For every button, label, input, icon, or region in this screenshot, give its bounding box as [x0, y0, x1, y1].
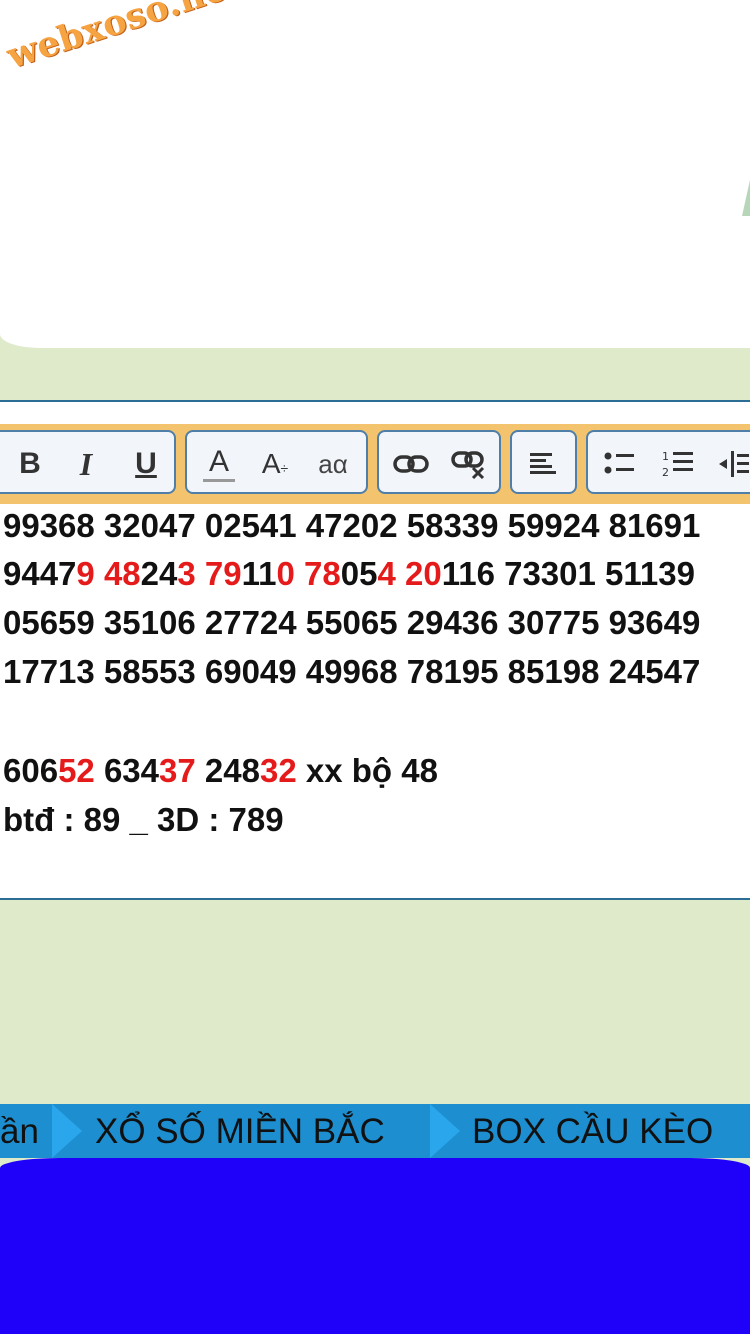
text-segment: 32	[259, 752, 297, 789]
text-segment: 3 79	[177, 555, 242, 592]
unlink-button[interactable]	[447, 442, 491, 486]
font-color-icon: A	[208, 444, 229, 478]
indent-button[interactable]	[712, 442, 750, 486]
list-group: 1 2	[586, 430, 750, 494]
nav-item-xsmb[interactable]: XỔ SỐ MIỀN BẮC	[95, 1104, 385, 1158]
text-segment: 116 73301 51139	[441, 555, 695, 592]
unlink-icon	[451, 451, 485, 479]
text-segment: 606	[3, 752, 59, 789]
bold-button[interactable]: B	[8, 442, 52, 486]
numbered-list-button[interactable]: 1 2	[656, 442, 700, 486]
text-segment: 24	[140, 555, 178, 592]
nav-arrow-2	[430, 1104, 460, 1158]
post-editor[interactable]: B I U A A÷ aα 1 2 99368 32047 02541 4720…	[0, 400, 750, 900]
format-group: B I U	[0, 430, 176, 494]
font-color-button[interactable]: A	[197, 442, 241, 486]
link-icon	[393, 455, 429, 473]
text-segment: 0 78	[276, 555, 341, 592]
text-segment: 52	[58, 752, 95, 789]
text-segment: 05	[340, 555, 378, 592]
text-row-5: 60652 63437 24832 xx bộ 48	[3, 751, 438, 791]
link-group	[377, 430, 501, 494]
italic-icon: I	[79, 445, 93, 482]
font-size-button[interactable]: A÷	[253, 442, 297, 486]
text-segment: 634	[94, 752, 160, 789]
text-segment: 11	[241, 555, 277, 592]
numbered-list-icon: 1 2	[662, 450, 693, 479]
underline-button[interactable]: U	[124, 442, 168, 486]
italic-button[interactable]: I	[64, 442, 108, 486]
underline-icon: U	[135, 447, 157, 480]
svg-text:1: 1	[662, 450, 669, 463]
text-row-3: 05659 35106 27724 55065 29436 30775 9364…	[3, 604, 701, 641]
top-blank-area	[0, 0, 750, 348]
font-family-button[interactable]: aα	[311, 442, 355, 486]
text-segment: 4 20	[377, 555, 442, 592]
text-segment: 248	[195, 752, 260, 789]
text-segment: 37	[159, 752, 196, 789]
svg-text:2: 2	[662, 466, 669, 479]
text-segment: xx bộ 48	[296, 752, 438, 789]
bullet-list-icon	[604, 452, 634, 474]
font-group: A A÷ aα	[185, 430, 368, 494]
align-group	[510, 430, 577, 494]
nav-bar: ần XỔ SỐ MIỀN BẮC BOX CẦU KÈO	[0, 1104, 750, 1158]
text-segment: 9447	[3, 555, 77, 592]
nav-item-partial[interactable]: ần	[0, 1104, 39, 1158]
text-row-6: btđ : 89 _ 3D : 789	[3, 801, 284, 838]
font-color-underline	[203, 478, 235, 482]
bold-icon: B	[19, 447, 41, 480]
text-segment: 9 48	[76, 555, 141, 592]
font-size-icon: A÷	[261, 448, 289, 479]
text-row-1: 99368 32047 02541 47202 58339 59924 8169…	[3, 507, 701, 544]
text-row-4: 17713 58553 69049 49968 78195 85198 2454…	[3, 653, 701, 690]
font-family-icon: aα	[318, 448, 348, 479]
link-button[interactable]	[389, 442, 433, 486]
align-left-icon	[530, 453, 556, 474]
text-row-2: 94479 48243 79110 78054 20116 73301 5113…	[3, 554, 695, 594]
bullet-list-button[interactable]	[598, 442, 642, 486]
editor-toolbar: B I U A A÷ aα 1 2	[0, 424, 750, 504]
blue-scribble-block	[0, 1158, 750, 1334]
nav-arrow-1	[52, 1104, 82, 1158]
nav-item-box-cau-keo[interactable]: BOX CẦU KÈO	[472, 1104, 713, 1158]
indent-icon	[719, 451, 749, 477]
align-left-button[interactable]	[521, 442, 565, 486]
